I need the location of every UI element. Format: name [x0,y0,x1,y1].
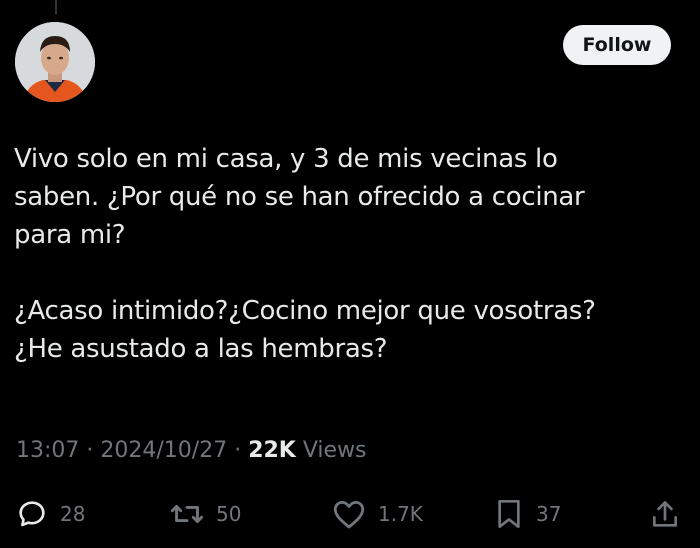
share-icon [653,501,678,527]
bookmark-count: 37 [536,502,562,526]
thread-connector-line [55,0,57,14]
post-body: Vivo solo en mi casa, y 3 de mis vecinas… [14,140,694,368]
like-count: 1.7K [378,502,423,526]
meta-separator: · [227,438,249,463]
avatar[interactable] [15,22,95,102]
meta-separator: · [79,438,101,463]
bookmark-button[interactable]: 37 [494,494,561,534]
heart-icon [333,500,365,529]
views-label: Views [295,438,367,463]
reply-count: 28 [60,502,86,526]
avatar-photo [15,22,95,102]
like-button[interactable]: 1.7K [332,494,423,534]
post-metadata: 13:07 · 2024/10/27 · 22K Views [16,438,367,463]
views-count: 22K [248,438,296,463]
post-date[interactable]: 2024/10/27 [100,438,227,463]
bookmark-icon [498,500,520,528]
reply-button[interactable]: 28 [16,494,85,534]
repost-button[interactable]: 50 [170,494,241,534]
reply-icon [19,501,45,527]
post-paragraph-2: ¿Acaso intimido?¿Cocino mejor que vosotr… [14,296,596,364]
post-action-bar: 28 50 1.7K 37 [0,494,700,534]
repost-count: 50 [216,502,242,526]
post-time[interactable]: 13:07 [16,438,79,463]
share-button[interactable] [650,494,680,534]
repost-icon [170,504,204,524]
post-paragraph-1: Vivo solo en mi casa, y 3 de mis vecinas… [14,144,585,250]
follow-button[interactable]: Follow [563,25,671,65]
